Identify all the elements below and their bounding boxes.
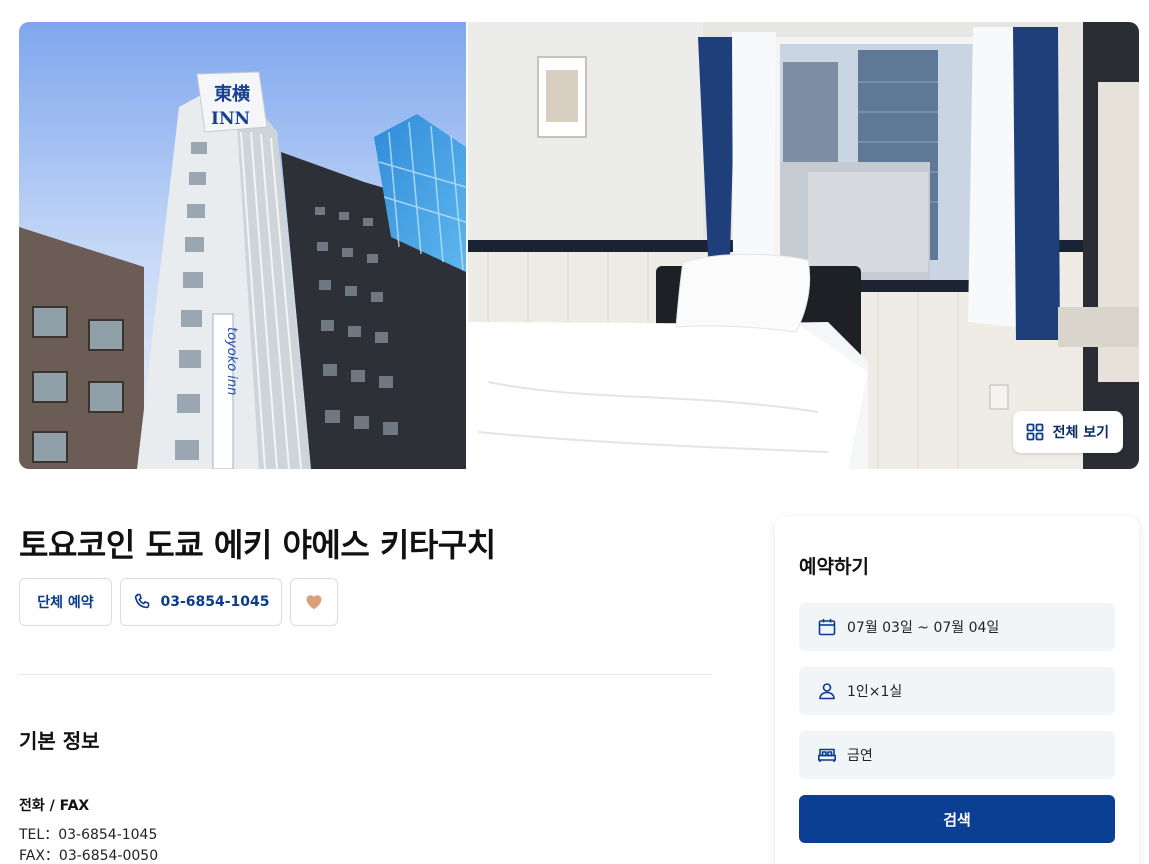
favorite-button[interactable] xyxy=(290,578,338,626)
phone-icon xyxy=(135,593,150,609)
grid-icon xyxy=(1026,423,1043,441)
view-all-photos-button[interactable]: 전체 보기 xyxy=(1012,411,1123,453)
section-divider xyxy=(19,674,712,675)
date-range-field[interactable]: 07월 03일 ~ 07월 04일 xyxy=(799,603,1115,651)
phone-label: 03-6854-1045 xyxy=(160,594,270,610)
hotel-exterior-photo[interactable]: 東横 INN toyoko inn xyxy=(19,22,466,469)
person-icon xyxy=(819,683,835,700)
search-button[interactable]: 검색 xyxy=(799,795,1115,843)
bed-icon xyxy=(818,748,836,762)
hotel-room-photo[interactable]: 전체 보기 xyxy=(468,22,1139,469)
calendar-icon xyxy=(818,619,836,636)
fax-number: FAX：03-6854-0050 xyxy=(19,848,159,864)
hotel-name: 토요코인 도쿄 에키 야에스 키타구치 xyxy=(19,526,496,564)
photo-gallery: 東横 INN toyoko inn 전체 보기 xyxy=(19,22,1139,469)
booking-card: 예약하기 07월 03일 ~ 07월 04일 1인×1실 금연 검색 xyxy=(775,517,1139,864)
tel-number: TEL：03-6854-1045 xyxy=(19,827,158,843)
phone-call-button[interactable]: 03-6854-1045 xyxy=(120,578,282,626)
heart-icon xyxy=(306,595,322,610)
smoking-option-field[interactable]: 금연 xyxy=(799,731,1115,779)
group-booking-button[interactable]: 단체 예약 xyxy=(19,578,112,626)
basic-info-title: 기본 정보 xyxy=(19,729,100,753)
svg-text:toyoko inn: toyoko inn xyxy=(224,327,239,395)
svg-text:東横: 東横 xyxy=(214,83,251,105)
guests-rooms-value: 1인×1실 xyxy=(847,684,903,700)
guests-rooms-field[interactable]: 1인×1실 xyxy=(799,667,1115,715)
hotel-actions: 단체 예약 03-6854-1045 xyxy=(19,578,338,626)
contact-label: 전화 / FAX xyxy=(19,798,90,814)
smoking-option-value: 금연 xyxy=(847,748,873,764)
view-all-label: 전체 보기 xyxy=(1052,425,1109,441)
date-range-value: 07월 03일 ~ 07월 04일 xyxy=(847,620,1000,636)
svg-text:INN: INN xyxy=(211,109,250,129)
booking-title: 예약하기 xyxy=(799,556,869,578)
